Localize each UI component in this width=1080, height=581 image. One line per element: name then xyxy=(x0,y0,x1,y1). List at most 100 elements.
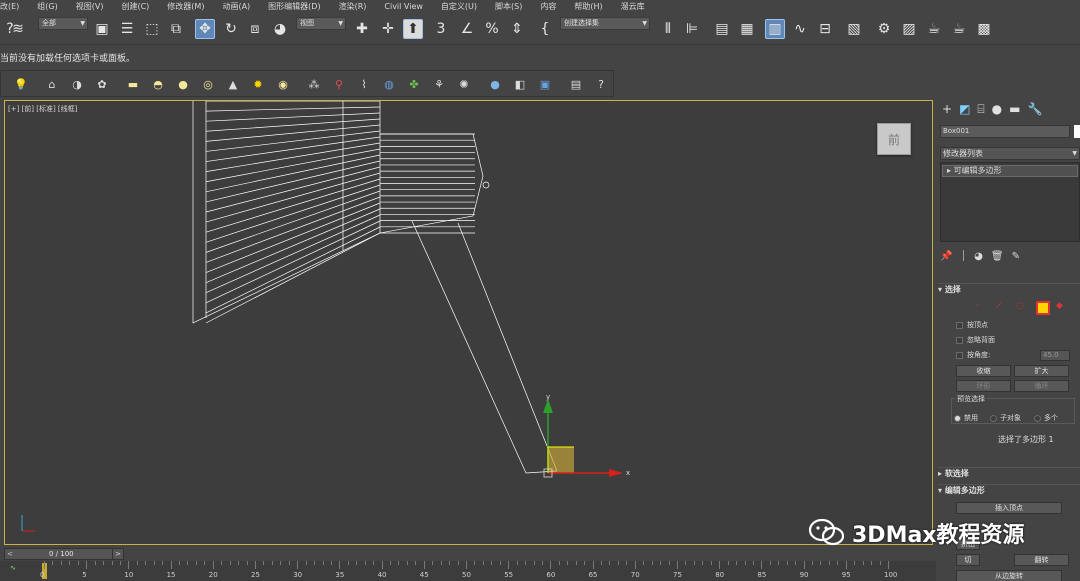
time-slider[interactable]: < 0 / 100 xyxy=(4,548,123,560)
scale-icon[interactable]: ⧈ xyxy=(245,19,265,39)
by-angle-checkbox[interactable]: 按角度: xyxy=(956,350,990,360)
ignore-backfacing-checkbox[interactable]: 忽略背面 xyxy=(956,335,995,345)
soft-selection-header[interactable]: ▸ 软选择 xyxy=(938,467,1080,479)
selection-filter-dropdown[interactable]: 全部 xyxy=(38,17,88,30)
object-color-swatch[interactable] xyxy=(1074,125,1080,138)
window-crossing-icon[interactable]: ⧉ xyxy=(166,19,186,39)
create-tab-icon[interactable]: + xyxy=(942,102,952,116)
box-primitive-icon[interactable]: ▬ xyxy=(125,76,141,92)
camera-icon[interactable]: ⌂ xyxy=(44,76,60,92)
keyboard-shortcut-icon[interactable]: ⬆ xyxy=(403,19,423,39)
ring-button[interactable]: 环形 xyxy=(956,380,1011,392)
by-vertex-checkbox[interactable]: 按顶点 xyxy=(956,320,988,330)
motion-tab-icon[interactable]: ● xyxy=(992,102,1002,116)
percent-snap-icon[interactable]: % xyxy=(482,19,502,39)
preview-subobject-radio[interactable]: 子对象 xyxy=(990,413,1021,423)
lights-icon[interactable]: 💡 xyxy=(13,76,29,92)
rotate-icon[interactable]: ↻ xyxy=(221,19,241,39)
flip-button[interactable]: 翻转 xyxy=(1014,554,1069,566)
render-setup-icon[interactable]: ⚙ xyxy=(874,19,894,39)
help-icon[interactable]: ? xyxy=(593,76,609,92)
mirror-icon[interactable]: ⫴ xyxy=(658,19,678,39)
utilities-tab-icon[interactable]: 🔧 xyxy=(1027,102,1042,116)
menu-item[interactable]: 修改器(M) xyxy=(158,1,213,12)
cone-primitive-icon[interactable]: ▲ xyxy=(225,76,241,92)
angle-spinner[interactable]: 45.0 xyxy=(1040,350,1070,361)
effects-icon[interactable]: ✿ xyxy=(94,76,110,92)
layer-explorer-icon[interactable]: ▦ xyxy=(737,19,757,39)
make-unique-icon[interactable]: ◕ xyxy=(974,251,983,262)
menu-item[interactable]: 动画(A) xyxy=(213,1,259,12)
render-elements-icon[interactable]: ▣ xyxy=(537,76,553,92)
prev-frame-icon[interactable]: < xyxy=(7,549,13,560)
place-icon[interactable]: ◕ xyxy=(270,19,290,39)
edit-named-selection-icon[interactable]: { xyxy=(535,19,555,39)
particle-icon[interactable]: ⁂ xyxy=(306,76,322,92)
a360-gallery-icon[interactable]: ▩ xyxy=(974,19,994,39)
menu-item[interactable]: 溜云库 xyxy=(612,1,654,12)
select-object-icon[interactable]: ▣ xyxy=(92,19,112,39)
configure-modifier-sets-icon[interactable]: ✎ xyxy=(1012,251,1020,262)
ribbon-toggle-icon[interactable]: ▥ xyxy=(765,19,785,39)
sphere-primitive-icon[interactable]: ● xyxy=(175,76,191,92)
modify-tab-icon[interactable]: ◩ xyxy=(959,102,970,116)
menu-item[interactable]: 脚本(S) xyxy=(486,1,531,12)
menu-item[interactable]: 创建(C) xyxy=(112,1,158,12)
shrink-button[interactable]: 收缩 xyxy=(956,365,1011,377)
stack-item-editable-poly[interactable]: ▸ 可编辑多边形 xyxy=(942,165,1078,177)
select-by-name-icon[interactable]: ☰ xyxy=(117,19,137,39)
torus-primitive-icon[interactable]: ◎ xyxy=(200,76,216,92)
snaps-toggle-icon[interactable]: 3 xyxy=(431,19,451,39)
hinge-button[interactable]: 切 xyxy=(956,554,980,566)
display-tab-icon[interactable]: ▬ xyxy=(1009,102,1020,116)
cylinder-primitive-icon[interactable]: ◓ xyxy=(150,76,166,92)
show-end-result-icon[interactable]: ⏐ xyxy=(960,251,966,262)
biped-icon[interactable]: ⚘ xyxy=(431,76,447,92)
link-icon[interactable]: ≋ xyxy=(8,19,28,39)
foliage-icon[interactable]: ✤ xyxy=(406,76,422,92)
edit-polygons-header[interactable]: ▾ 编辑多边形 xyxy=(938,484,1080,496)
border-level-icon[interactable]: ◌ xyxy=(1016,301,1030,315)
curve-toggle-icon[interactable]: ∿ xyxy=(10,564,16,572)
modifier-list-dropdown[interactable]: 修改器列表 xyxy=(940,147,1080,160)
element-level-icon[interactable]: ◆ xyxy=(1056,301,1070,315)
menu-item[interactable]: 组(G) xyxy=(28,1,66,12)
vertex-level-icon[interactable]: · xyxy=(976,301,990,315)
angle-snap-icon[interactable]: ∠ xyxy=(457,19,477,39)
polygon-level-icon[interactable] xyxy=(1036,301,1050,315)
helper-icon[interactable]: ⚲ xyxy=(331,76,347,92)
menu-item[interactable]: 帮助(H) xyxy=(565,1,611,12)
menu-item[interactable]: Civil View xyxy=(375,2,432,11)
front-viewport[interactable]: [+] [前] [标准] [线框] 前 y x xyxy=(4,100,933,545)
named-selection-dropdown[interactable]: 创建选择集 xyxy=(560,17,650,30)
menu-item[interactable]: 图形编辑器(D) xyxy=(259,1,329,12)
sun-icon[interactable]: ✹ xyxy=(250,76,266,92)
select-manipulate-icon[interactable]: ✛ xyxy=(378,19,398,39)
menu-item[interactable]: 视图(V) xyxy=(67,1,113,12)
hinge-from-edge-button[interactable]: 从边旋转 xyxy=(956,570,1062,581)
rendered-frame-icon[interactable]: ▨ xyxy=(899,19,919,39)
hair-icon[interactable]: ✺ xyxy=(456,76,472,92)
environment-icon[interactable]: ● xyxy=(487,76,503,92)
move-icon[interactable]: ✥ xyxy=(195,19,215,39)
menu-item[interactable]: 内容 xyxy=(531,1,565,12)
remove-modifier-icon[interactable]: 🗑 xyxy=(991,251,1004,262)
render-cloud-icon[interactable]: ☕ xyxy=(949,19,969,39)
edge-level-icon[interactable]: ⟋ xyxy=(996,301,1010,315)
object-name-field[interactable]: Box001 xyxy=(940,125,1070,138)
track-bar[interactable]: ∿ 0 5 10 15 20 25 30 35 40 45 50 55 60 65 70 75 80 85 90 95… xyxy=(0,561,936,581)
pivot-center-icon[interactable]: ✚ xyxy=(352,19,372,39)
insert-vertex-button[interactable]: 插入顶点 xyxy=(956,502,1062,514)
menu-item[interactable]: 自定义(U) xyxy=(432,1,486,12)
render-region-icon[interactable]: ◧ xyxy=(512,76,528,92)
preview-disabled-radio[interactable]: 禁用 xyxy=(954,413,978,423)
reference-coord-dropdown[interactable]: 视图 xyxy=(296,17,346,30)
align-icon[interactable]: ⊫ xyxy=(682,19,702,39)
teapot-primitive-icon[interactable]: ◉ xyxy=(275,76,291,92)
menu-item[interactable]: 改(E) xyxy=(0,1,28,12)
pin-stack-icon[interactable]: 📌 xyxy=(940,251,952,262)
grow-button[interactable]: 扩大 xyxy=(1014,365,1069,377)
preview-multi-radio[interactable]: 多个 xyxy=(1034,413,1058,423)
spinner-snap-icon[interactable]: ⇕ xyxy=(507,19,527,39)
scene-explorer-icon[interactable]: ▤ xyxy=(712,19,732,39)
